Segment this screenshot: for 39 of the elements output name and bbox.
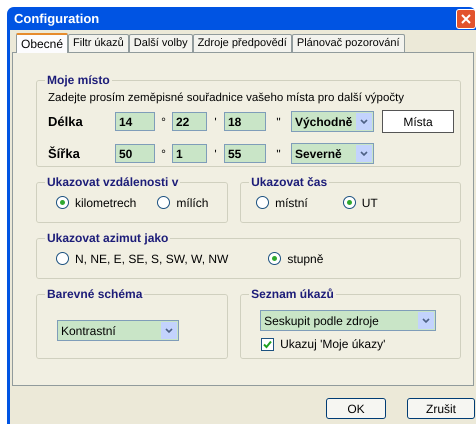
dropdown[interactable]: Severně xyxy=(291,143,374,164)
coordinate-label: Šířka xyxy=(48,144,81,163)
second-sign: " xyxy=(275,114,282,130)
degrees-field[interactable]: 50 xyxy=(115,144,155,163)
radio-option[interactable]: kilometrech xyxy=(56,194,136,212)
group-title: Moje místo xyxy=(45,72,112,88)
minute-sign: ' xyxy=(213,114,218,130)
degree-sign: ° xyxy=(160,114,167,130)
radio-option[interactable]: mílích xyxy=(157,194,208,212)
checkbox-option[interactable]: Ukazuj 'Moje úkazy' xyxy=(260,335,460,353)
places-button[interactable]: Místa xyxy=(382,110,454,133)
tab[interactable]: Obecné xyxy=(16,33,68,53)
minutes-field[interactable]: 22 xyxy=(172,112,207,131)
dropdown[interactable]: Seskupit podle zdroje xyxy=(260,310,436,331)
degree-sign: ° xyxy=(160,146,167,162)
coordinate-label: Délka xyxy=(48,112,84,131)
seconds-field[interactable]: 55 xyxy=(224,144,266,163)
seconds-field[interactable]: 18 xyxy=(224,112,266,131)
window-title: Configuration xyxy=(14,10,100,28)
degrees-field[interactable]: 14 xyxy=(115,112,155,131)
radio-option[interactable]: stupně xyxy=(268,250,324,268)
tab[interactable]: Filtr úkazů xyxy=(68,34,129,52)
tab[interactable]: Další volby xyxy=(128,34,193,52)
dialog-button[interactable]: Zrušit xyxy=(407,398,475,419)
radio-option[interactable]: N, NE, E, SE, S, SW, W, NW xyxy=(56,250,228,268)
group-title: Ukazovat azimut jako xyxy=(45,230,170,246)
dropdown[interactable]: Východně xyxy=(291,111,374,132)
dialog-button[interactable]: OK xyxy=(326,398,386,419)
minutes-field[interactable]: 1 xyxy=(172,144,207,163)
second-sign: " xyxy=(275,146,282,162)
minute-sign: ' xyxy=(213,146,218,162)
tab[interactable]: Plánovač pozorování xyxy=(292,34,405,52)
tab[interactable]: Zdroje předpovědí xyxy=(192,34,292,52)
close-button[interactable] xyxy=(456,8,476,28)
instruction-text: Zadejte prosím zeměpisné souřadnice vašeho místa pro další výpočty xyxy=(48,91,406,106)
dropdown[interactable]: Kontrastní xyxy=(57,320,179,341)
radio-option[interactable]: UT xyxy=(342,194,378,212)
close-icon xyxy=(461,14,471,24)
radio-option[interactable]: místní xyxy=(256,194,308,212)
